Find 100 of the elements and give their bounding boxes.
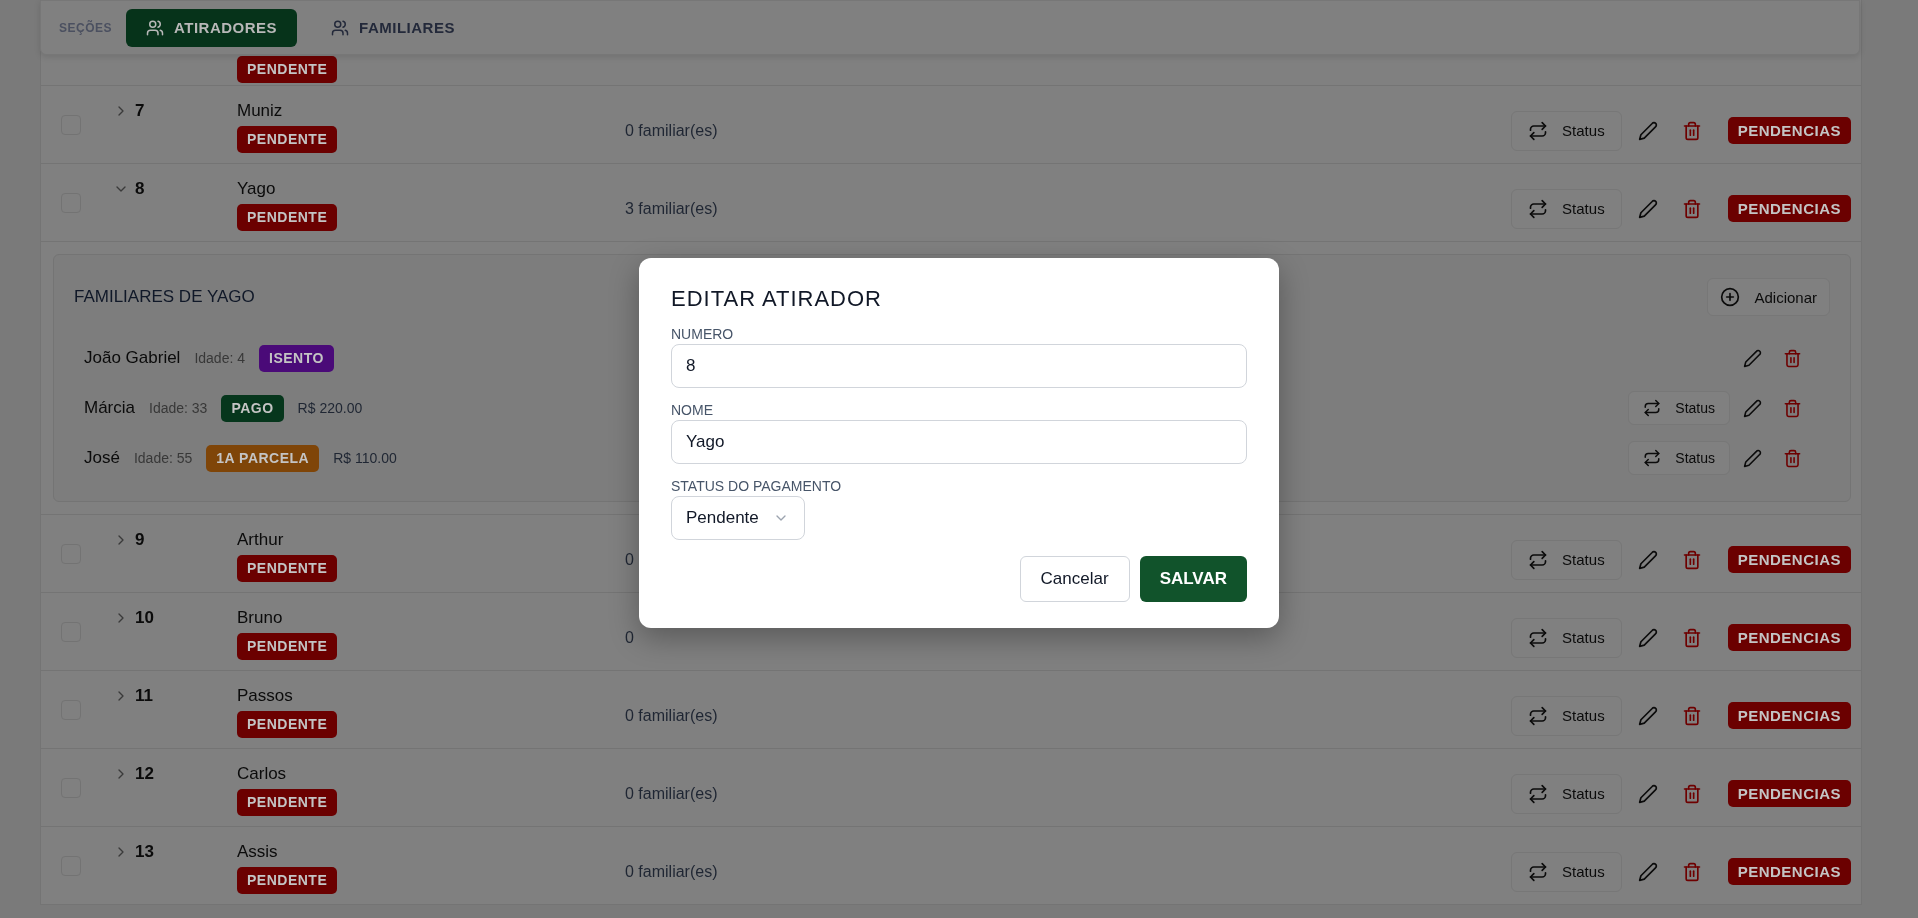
family-member-name: João Gabriel (84, 348, 181, 368)
status-button[interactable]: Status (1511, 617, 1622, 658)
status-button[interactable]: Status (1511, 188, 1622, 229)
status-badge: PAGO (221, 394, 284, 422)
pencil-icon (1742, 398, 1762, 418)
shooter-number: 10 (135, 608, 154, 628)
status-badge: PENDENTE (237, 633, 338, 660)
status-button[interactable]: Status (1628, 391, 1730, 425)
status-button[interactable]: Status (1511, 110, 1622, 151)
trash-icon (1681, 783, 1702, 804)
repeat-icon (1528, 627, 1549, 648)
status-badge: ISENTO (259, 344, 334, 372)
save-button[interactable]: SALVAR (1139, 556, 1247, 602)
family-title: FAMILIARES DE YAGO (74, 287, 255, 307)
pencil-icon (1742, 348, 1762, 368)
shooter-number: 8 (135, 179, 145, 199)
shooter-number: 13 (135, 842, 154, 862)
family-member-name: José (84, 448, 120, 468)
field-label: NOME (671, 402, 714, 418)
text-field[interactable]: Yago (671, 420, 1247, 464)
shooter-name: Yago (237, 178, 276, 200)
amount-text: R$ 110.00 (333, 450, 397, 466)
field-label: STATUS DO PAGAMENTO (671, 478, 843, 494)
users-icon (331, 18, 350, 37)
pencil-icon (1637, 549, 1658, 570)
repeat-icon (1643, 399, 1662, 417)
status-badge: 1A PARCELA (206, 444, 320, 472)
field-label: NUMERO (671, 326, 735, 342)
plus-circle-icon (1720, 287, 1741, 307)
trash-icon (1782, 448, 1802, 468)
family-member-name: Márcia (84, 398, 135, 418)
repeat-icon (1528, 705, 1549, 726)
status-button[interactable]: Status (1511, 851, 1622, 892)
repeat-icon (1528, 120, 1549, 141)
status-badge: PENDENTE (237, 555, 338, 582)
repeat-icon (1528, 783, 1549, 804)
repeat-icon (1528, 861, 1549, 882)
status-badge: PENDENTE (237, 56, 338, 83)
add-button[interactable]: Adicionar (1707, 278, 1830, 316)
family-member-age: Idade: 4 (194, 350, 245, 366)
trash-icon (1681, 705, 1702, 726)
repeat-icon (1528, 198, 1549, 219)
cancel-button[interactable]: Cancelar (1019, 556, 1130, 602)
pencil-icon (1637, 198, 1658, 219)
status-badge: PENDENTE (237, 867, 338, 894)
repeat-icon (1528, 549, 1549, 570)
shooter-number: 12 (135, 764, 154, 784)
status-badge: PENDENTE (237, 711, 338, 738)
text-field[interactable]: 8 (671, 344, 1247, 388)
status-button[interactable]: Status (1511, 539, 1622, 580)
pencil-icon (1637, 705, 1658, 726)
section-tab[interactable]: FAMILIARES (311, 8, 475, 47)
status-button[interactable]: Status (1511, 773, 1622, 814)
shooter-name: Bruno (237, 607, 283, 629)
trash-icon (1681, 549, 1702, 570)
family-count: 0 familiar(es) (625, 705, 719, 725)
trash-icon (1681, 198, 1702, 219)
family-count: 0 familiar(es) (625, 783, 719, 803)
shooter-name: Muniz (237, 100, 283, 122)
section-tab[interactable]: ATIRADORES (126, 8, 298, 47)
family-member-age: Idade: 55 (133, 450, 193, 466)
shooter-number: 7 (135, 101, 145, 121)
status-dropdown[interactable]: Pendente (671, 496, 805, 540)
trash-icon (1681, 627, 1702, 648)
pendencias-button[interactable]: PENDENCIAS (1727, 546, 1851, 573)
status-badge: PENDENTE (237, 789, 338, 816)
family-count: 0 familiar(es) (625, 861, 719, 881)
family-count: 0 (625, 627, 635, 647)
pendencias-button[interactable]: PENDENCIAS (1727, 780, 1851, 807)
dialog-title: EDITAR ATIRADOR (671, 286, 883, 312)
trash-icon (1782, 398, 1802, 418)
pendencias-button[interactable]: PENDENCIAS (1727, 702, 1851, 729)
status-button[interactable]: Status (1628, 441, 1730, 475)
shooter-number: 9 (135, 530, 145, 550)
pencil-icon (1637, 627, 1658, 648)
family-count: 0 familiar(es) (625, 120, 719, 140)
pendencias-button[interactable]: PENDENCIAS (1727, 624, 1851, 651)
shooter-name: Arthur (237, 529, 284, 551)
pencil-icon (1742, 448, 1762, 468)
family-count: 3 familiar(es) (625, 198, 719, 218)
trash-icon (1681, 120, 1702, 141)
pendencias-button[interactable]: PENDENCIAS (1727, 195, 1851, 222)
status-button[interactable]: Status (1511, 695, 1622, 736)
trash-icon (1782, 348, 1802, 368)
trash-icon (1681, 861, 1702, 882)
repeat-icon (1643, 449, 1662, 467)
pencil-icon (1637, 783, 1658, 804)
shooter-name: Passos (237, 685, 293, 707)
family-member-age: Idade: 33 (149, 400, 208, 416)
shooter-number: 11 (135, 686, 153, 706)
status-badge: PENDENTE (237, 126, 338, 153)
pendencias-button[interactable]: PENDENCIAS (1727, 117, 1851, 144)
shooter-name: Carlos (237, 763, 287, 785)
family-count: 0 (625, 549, 635, 569)
pendencias-button[interactable]: PENDENCIAS (1727, 858, 1851, 885)
users-icon (146, 18, 164, 37)
amount-text: R$ 220.00 (297, 400, 363, 416)
status-badge: PENDENTE (237, 204, 338, 231)
pencil-icon (1637, 120, 1658, 141)
shooter-name: Assis (237, 841, 278, 863)
